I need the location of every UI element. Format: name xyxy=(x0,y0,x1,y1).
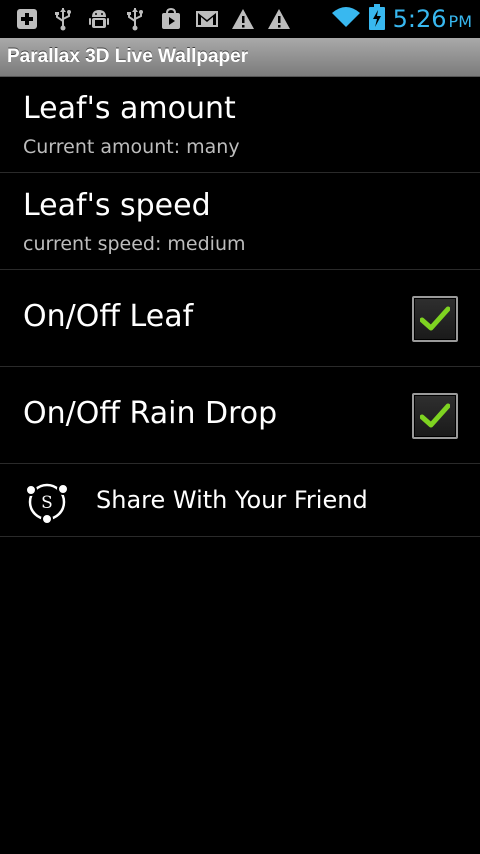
setting-summary: Current amount: many xyxy=(23,136,240,158)
clock: 5:26 PM xyxy=(393,5,472,33)
check-icon xyxy=(420,403,450,428)
setting-title: Leaf's speed xyxy=(23,188,211,223)
title-bar: Parallax 3D Live Wallpaper xyxy=(0,38,480,77)
wifi-icon xyxy=(331,5,361,33)
share-s-icon: S xyxy=(25,483,69,524)
app-title: Parallax 3D Live Wallpaper xyxy=(7,46,249,67)
clock-time: 5:26 xyxy=(392,5,447,33)
onoff-rain-checkbox[interactable] xyxy=(412,393,458,439)
notification-icons xyxy=(14,6,292,32)
svg-text:S: S xyxy=(41,493,53,513)
onoff-leaf-checkbox[interactable] xyxy=(412,296,458,342)
play-store-icon xyxy=(158,6,184,32)
warning-icon xyxy=(266,6,292,32)
setting-onoff-rain-drop[interactable]: On/Off Rain Drop xyxy=(0,367,480,464)
usb-icon xyxy=(122,6,148,32)
battery-charging-icon xyxy=(368,4,385,34)
setting-title: Leaf's amount xyxy=(23,91,236,126)
setting-title: On/Off Leaf xyxy=(23,299,194,334)
warning-icon xyxy=(230,6,256,32)
status-bar: 5:26 PM xyxy=(0,0,480,38)
system-icons: 5:26 PM xyxy=(331,4,472,34)
setting-onoff-leaf[interactable]: On/Off Leaf xyxy=(0,270,480,367)
setting-leaf-speed[interactable]: Leaf's speed current speed: medium xyxy=(0,173,480,270)
screen: 5:26 PM Parallax 3D Live Wallpaper Leaf's… xyxy=(0,0,480,854)
settings-list: Leaf's amount Current amount: many Leaf'… xyxy=(0,76,480,537)
share-with-friend-item[interactable]: S Share With Your Friend xyxy=(0,464,480,537)
setting-summary: current speed: medium xyxy=(23,233,246,255)
usb-icon xyxy=(50,6,76,32)
setting-title: On/Off Rain Drop xyxy=(23,396,278,431)
setting-leaf-amount[interactable]: Leaf's amount Current amount: many xyxy=(0,76,480,173)
android-debug-icon xyxy=(86,6,112,32)
clock-ampm: PM xyxy=(448,12,472,31)
check-icon xyxy=(420,306,450,331)
share-label: Share With Your Friend xyxy=(96,486,368,514)
add-icon xyxy=(14,6,40,32)
gmail-icon xyxy=(194,6,220,32)
